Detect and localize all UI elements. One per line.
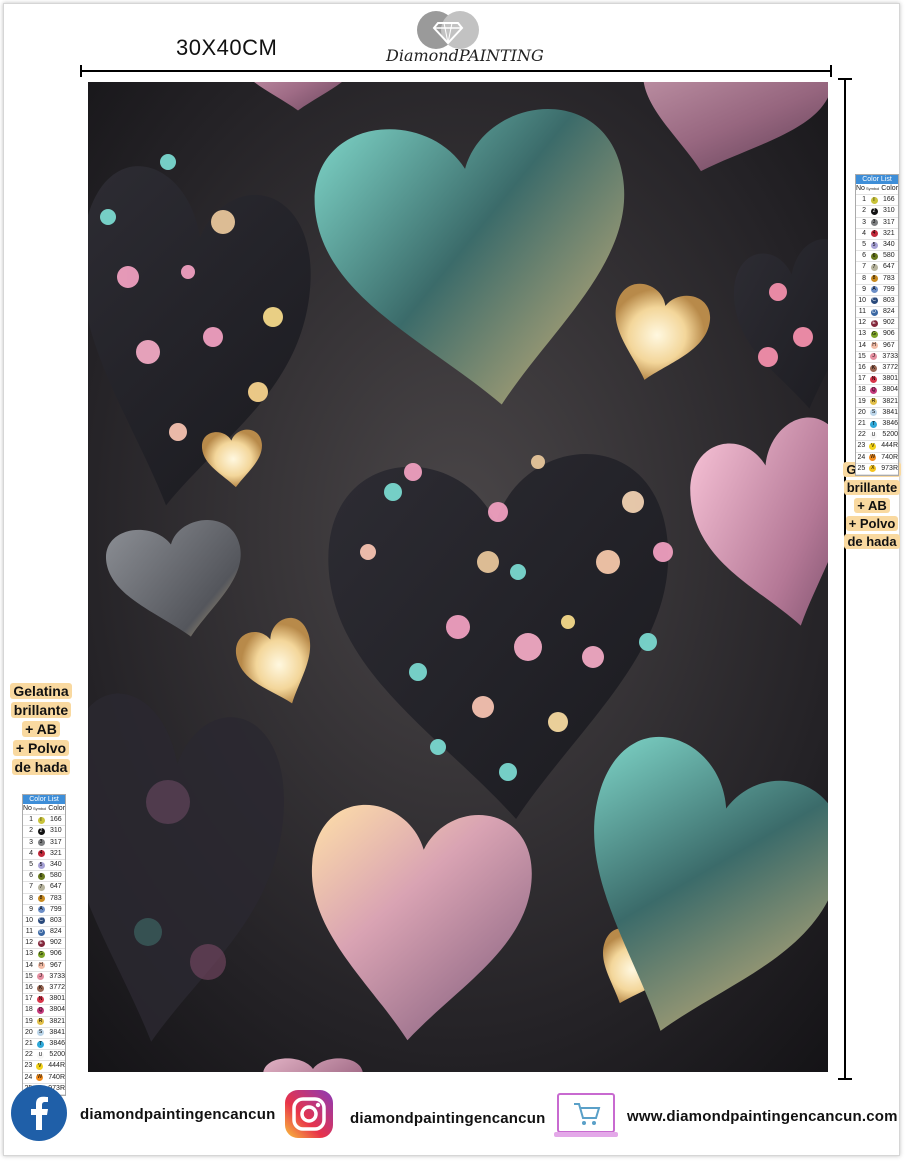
- color-list-header: No Symbol Color: [856, 184, 898, 196]
- color-list-title: Color List: [856, 175, 898, 184]
- logo-text: DiamondPAINTING: [386, 46, 544, 65]
- color-list-row: 16 K 3772: [23, 983, 65, 995]
- color-list-row: 16 K 3772: [856, 363, 898, 375]
- color-list-row: 7 7 647: [23, 882, 65, 894]
- color-list-row: 2 2 310: [23, 826, 65, 838]
- facebook-handle[interactable]: diamondpaintingencancun: [80, 1106, 275, 1123]
- color-list-row: 8 8 783: [23, 894, 65, 905]
- instagram-icon[interactable]: [284, 1086, 334, 1147]
- color-list-row: 11 D 824: [856, 307, 898, 319]
- hearts-artwork: [88, 82, 828, 1072]
- color-list-row: 23 V 444R: [856, 441, 898, 453]
- color-list-row: 14 H 967: [23, 961, 65, 972]
- brand-logo: DiamondPAINTING: [386, 10, 544, 72]
- color-list-left: Color List No Symbol Color 1 I 166 2 2 310 3 3 3…: [22, 794, 66, 1096]
- color-list-row: 22 U 5200: [856, 430, 898, 442]
- color-list-row: 14 H 967: [856, 341, 898, 352]
- color-list-row: 24 W 740R: [856, 453, 898, 464]
- color-list-row: 20 S 3841: [856, 408, 898, 419]
- color-list-row: 21 T 3846: [856, 419, 898, 431]
- color-list-row: 13 G 906: [856, 329, 898, 341]
- color-list-row: 19 R 3821: [856, 397, 898, 408]
- color-list-row: 10 C 803: [23, 916, 65, 928]
- color-list-row: 24 W 740R: [23, 1073, 65, 1084]
- color-list-row: 12 E 902: [856, 318, 898, 330]
- color-list-row: 18 Q 3804: [856, 385, 898, 397]
- color-list-right: Color List No Symbol Color 1 I 166 2 2 310 3 3 3…: [855, 174, 899, 476]
- color-list-row: 9 A 799: [856, 285, 898, 296]
- color-list-row: 4 4 321: [23, 849, 65, 860]
- color-list-row: 10 C 803: [856, 296, 898, 308]
- vertical-dimension-line: [838, 78, 852, 1080]
- facebook-icon[interactable]: [10, 1084, 68, 1147]
- color-list-title: Color List: [23, 795, 65, 804]
- color-list-row: 5 5 340: [856, 240, 898, 252]
- color-list-row: 4 4 321: [856, 229, 898, 240]
- color-list-row: 2 2 310: [856, 206, 898, 218]
- diamond-icon: [417, 11, 479, 49]
- website-link[interactable]: www.diamondpaintingencancun.com: [627, 1108, 898, 1125]
- color-list-row: 7 7 647: [856, 262, 898, 274]
- color-list-row: 15 J 3733: [23, 972, 65, 983]
- color-list-row: 22 U 5200: [23, 1050, 65, 1062]
- size-label: 30X40CM: [176, 35, 278, 60]
- color-list-row: 18 Q 3804: [23, 1005, 65, 1017]
- color-list-row: 3 3 317: [856, 218, 898, 229]
- color-list-row: 6 6 580: [856, 251, 898, 263]
- color-list-header: No Symbol Color: [23, 804, 65, 816]
- shop-cart-icon[interactable]: [552, 1090, 620, 1147]
- color-list-row: 20 S 3841: [23, 1028, 65, 1039]
- color-list-row: 6 6 580: [23, 871, 65, 883]
- color-list-row: 15 J 3733: [856, 352, 898, 363]
- instagram-handle[interactable]: diamondpaintingencancun: [350, 1110, 545, 1127]
- color-list-row: 19 R 3821: [23, 1017, 65, 1028]
- color-list-row: 21 T 3846: [23, 1039, 65, 1051]
- color-list-row: 11 D 824: [23, 927, 65, 939]
- color-list-row: 17 N 3801: [23, 994, 65, 1006]
- color-list-row: 23 V 444R: [23, 1061, 65, 1073]
- color-list-row: 3 3 317: [23, 838, 65, 849]
- color-list-row: 12 E 902: [23, 938, 65, 950]
- color-list-row: 13 G 906: [23, 949, 65, 961]
- drill-type-note-left: Gelatina brillante + AB + Polvo de hada: [2, 682, 80, 777]
- color-list-row: 17 N 3801: [856, 374, 898, 386]
- color-list-row: 8 8 783: [856, 274, 898, 285]
- color-list-row: 25X973R: [856, 464, 898, 475]
- color-list-row: 9 A 799: [23, 905, 65, 916]
- color-list-row: 5 5 340: [23, 860, 65, 872]
- color-list-row: 1 I 166: [23, 815, 65, 827]
- color-list-row: 1 I 166: [856, 195, 898, 207]
